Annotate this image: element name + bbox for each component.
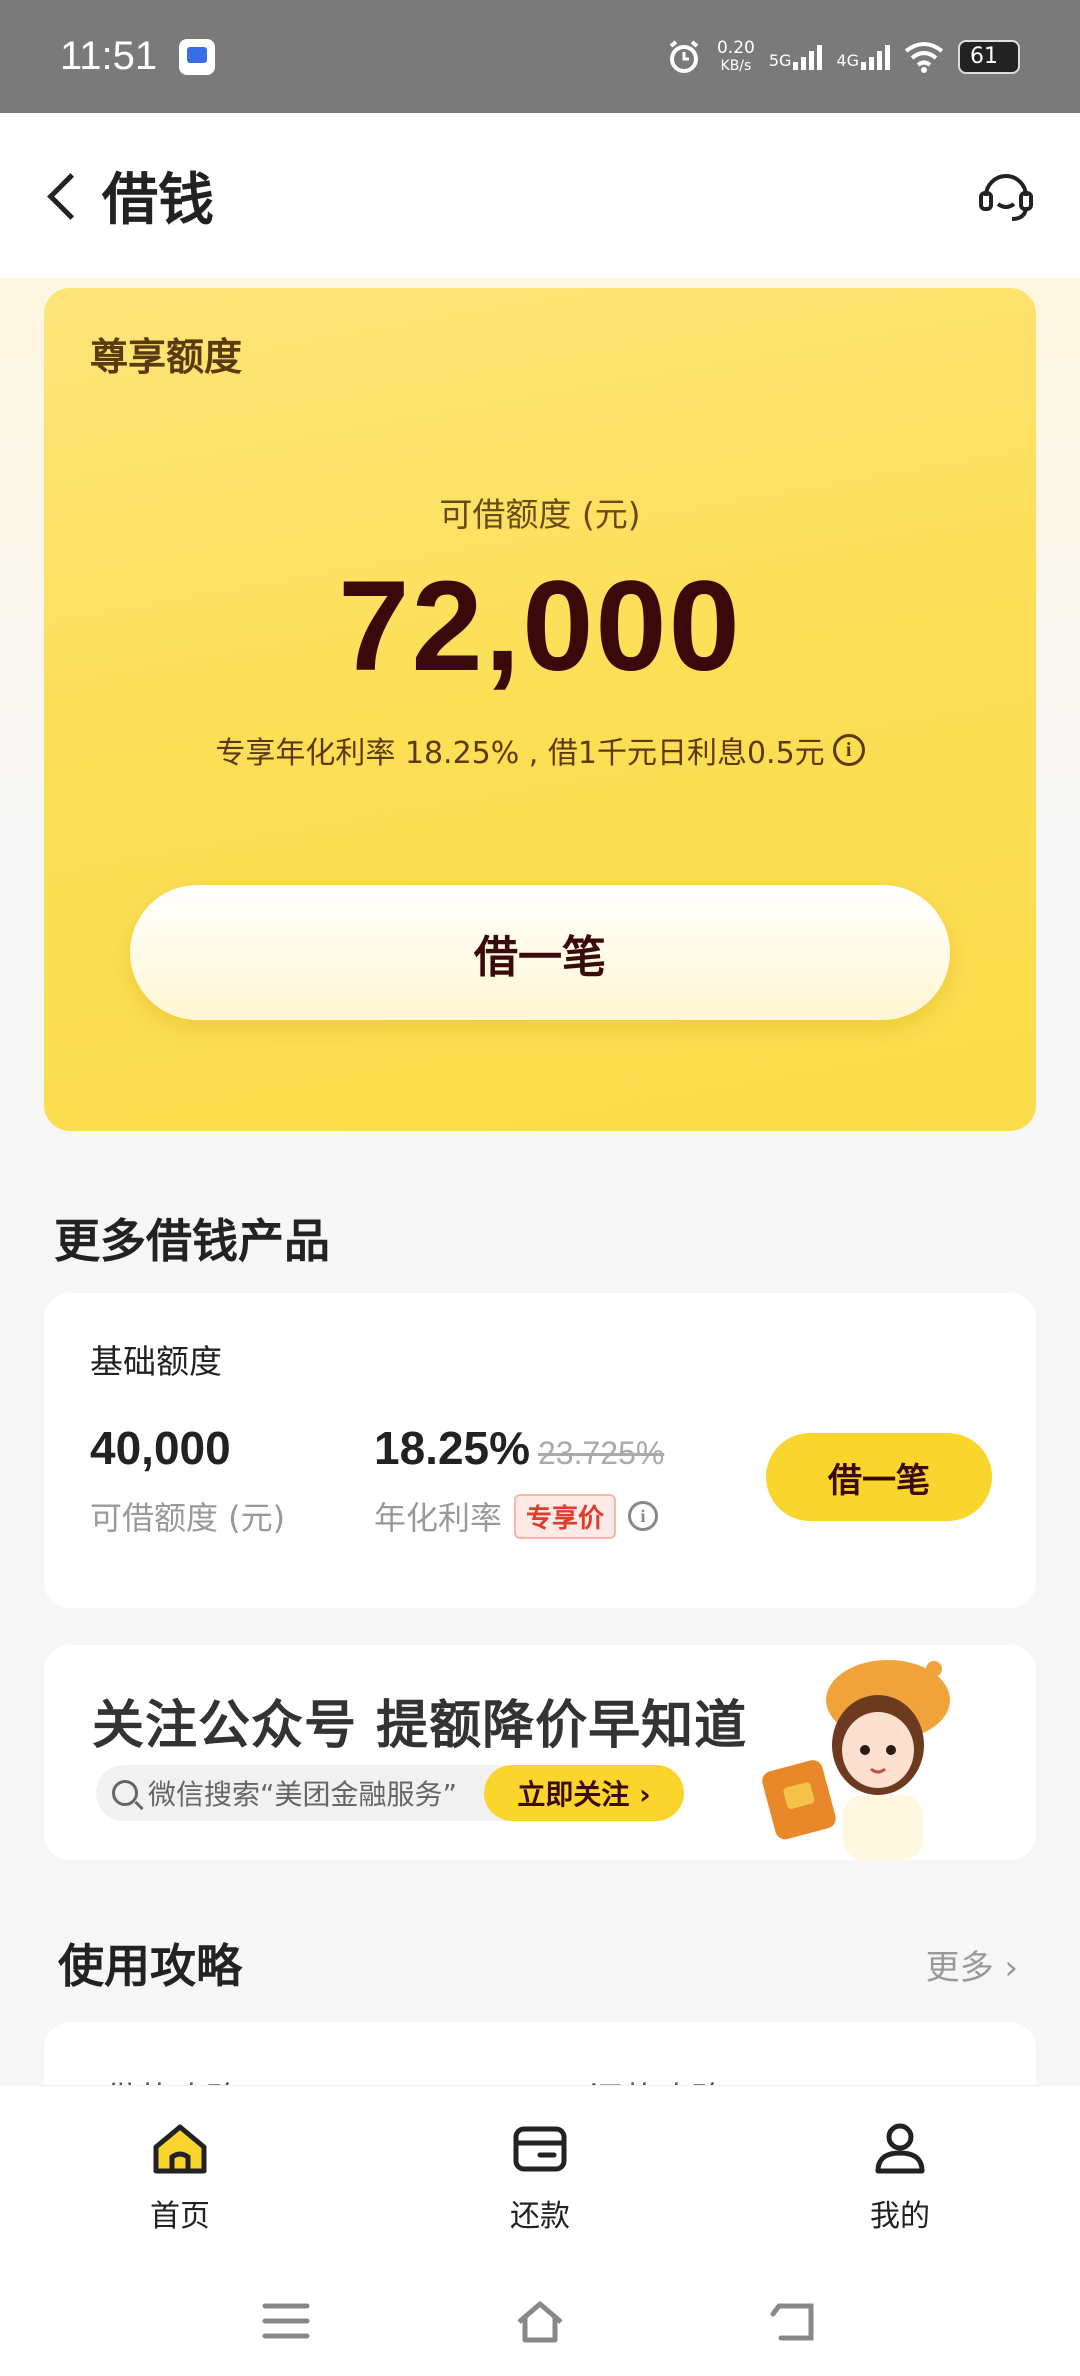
tab-repay[interactable]: 还款 [360, 2086, 720, 2265]
status-bar: 11:51 0.20 KB/s 5G 4G 61 [0, 0, 1080, 113]
menu-icon[interactable] [259, 2294, 313, 2348]
follow-button[interactable]: 立即关注 › [484, 1765, 684, 1821]
available-amount: 72,000 [338, 555, 742, 698]
banner-headline: 关注公众号 提额降价早知道 [92, 1696, 748, 1756]
tab-home[interactable]: 首页 [0, 2086, 360, 2265]
product-borrow-button[interactable]: 借一笔 [766, 1433, 992, 1521]
app-notification-icon [179, 38, 216, 75]
info-icon[interactable]: i [832, 734, 865, 766]
guide-more-link[interactable]: 更多 › [926, 1940, 1018, 1989]
page-header: 借钱 [0, 113, 1080, 278]
exclusive-price-badge: 专享价 [514, 1493, 617, 1539]
borrow-button[interactable]: 借一笔 [130, 885, 950, 1020]
product-name: 基础额度 [90, 1342, 222, 1381]
more-products-title: 更多借钱产品 [54, 1214, 330, 1268]
signal-5g: 5G [769, 44, 823, 70]
quota-tag: 尊享额度 [90, 335, 243, 379]
product-rate: 18.25% [374, 1422, 531, 1474]
follow-banner[interactable]: 关注公众号 提额降价早知道 微信搜索“美团金融服务” 立即关注 › [44, 1645, 1036, 1860]
battery-indicator: 61 [958, 39, 1020, 74]
product-rate-label: 年化利率 专享价 i [374, 1493, 659, 1539]
info-icon[interactable]: i [628, 1501, 659, 1531]
search-icon [112, 1780, 138, 1806]
product-card[interactable]: 基础额度 40,000 可借额度 (元) 18.25% 23.725% 年化利率… [44, 1293, 1036, 1608]
home-icon [153, 2124, 207, 2173]
mascot-girl-illustration [762, 1660, 950, 1860]
wifi-icon [904, 41, 944, 73]
product-amount-label: 可借额度 (元) [90, 1499, 286, 1537]
home-nav-icon[interactable] [513, 2294, 567, 2348]
page-title: 借钱 [102, 168, 214, 233]
tab-mine[interactable]: 我的 [720, 2086, 1080, 2265]
alarm-icon [669, 39, 699, 73]
tab-bar: 首页 还款 我的 [0, 2085, 1080, 2265]
product-old-rate: 23.725% [538, 1435, 665, 1471]
rate-line: 专享年化利率 18.25% , 借1千元日利息0.5元 i [44, 728, 1036, 772]
wallet-icon [513, 2126, 567, 2171]
product-amount: 40,000 [90, 1422, 231, 1474]
guide-title: 使用攻略 [58, 1939, 242, 1993]
available-amount-label: 可借额度 (元) [439, 495, 641, 534]
signal-4g: 4G [836, 44, 890, 70]
quota-card: 尊享额度 可借额度 (元) 72,000 专享年化利率 18.25% , 借1千… [44, 288, 1036, 1131]
back-nav-icon[interactable] [767, 2294, 821, 2348]
net-speed: 0.20 KB/s [716, 37, 755, 74]
customer-service-icon[interactable] [976, 166, 1036, 226]
status-time: 11:51 [60, 34, 158, 78]
back-button[interactable] [44, 168, 84, 224]
system-nav-bar [0, 2265, 1080, 2376]
profile-icon [875, 2123, 925, 2173]
